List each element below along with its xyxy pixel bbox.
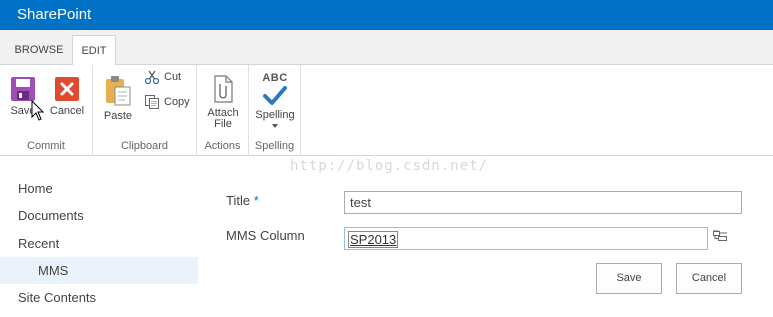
nav-item-mms[interactable]: MMS: [0, 257, 198, 284]
paste-icon: [106, 76, 131, 106]
attach-file-label-line2: File: [214, 118, 232, 130]
mms-term-token[interactable]: SP2013: [348, 231, 399, 248]
save-button[interactable]: Save: [596, 263, 662, 294]
title-label-text: Title: [226, 193, 251, 208]
watermark-text: http://blog.csdn.net/: [290, 158, 489, 174]
mouse-cursor-icon: [31, 100, 45, 121]
tab-browse[interactable]: BROWSE: [8, 35, 70, 65]
group-label-commit: Commit: [27, 140, 65, 152]
spelling-label: Spelling: [255, 109, 295, 121]
nav-item-recent[interactable]: Recent: [0, 230, 198, 257]
mms-column-input[interactable]: SP2013: [344, 227, 708, 250]
spelling-ribbon-button[interactable]: ABC Spelling: [254, 73, 296, 128]
cut-label: Cut: [164, 71, 182, 83]
copy-icon: [145, 95, 159, 109]
paste-ribbon-button[interactable]: Paste: [100, 75, 136, 122]
tab-edit[interactable]: EDIT: [72, 35, 116, 66]
attach-file-ribbon-button[interactable]: Attach File: [205, 74, 241, 130]
app-brand[interactable]: SharePoint: [17, 6, 91, 23]
cancel-button[interactable]: Cancel: [676, 263, 742, 294]
mms-column-label: MMS Column: [226, 228, 305, 243]
scissors-icon: [144, 70, 160, 85]
cancel-ribbon-label: Cancel: [49, 105, 85, 117]
nav-item-site-contents[interactable]: Site Contents: [0, 284, 198, 311]
cancel-ribbon-button[interactable]: Cancel: [49, 76, 85, 117]
spell-check-icon: [263, 86, 287, 105]
title-field-label: Title *: [226, 193, 259, 208]
ribbon-group-actions: Attach File Actions: [197, 65, 249, 156]
cancel-icon: [55, 77, 79, 101]
suite-bar: SharePoint: [0, 0, 773, 30]
spelling-abc-text: ABC: [262, 72, 288, 84]
ribbon-group-spelling: ABC Spelling Spelling: [249, 65, 301, 156]
browse-terms-icon[interactable]: [712, 229, 728, 243]
copy-label: Copy: [164, 96, 190, 108]
paste-ribbon-label: Paste: [103, 110, 133, 122]
ribbon-group-clipboard: Paste Cut Copy Clipboard: [93, 65, 197, 156]
title-input[interactable]: [344, 191, 742, 214]
group-label-spelling: Spelling: [254, 140, 295, 152]
attach-file-icon: [214, 75, 233, 103]
ribbon-tab-row: BROWSE EDIT: [0, 30, 773, 66]
cut-button[interactable]: Cut: [144, 69, 194, 85]
nav-item-home[interactable]: Home: [0, 175, 198, 202]
required-mark: *: [253, 193, 259, 208]
group-label-clipboard: Clipboard: [120, 140, 169, 152]
nav-item-documents[interactable]: Documents: [0, 202, 198, 229]
copy-button[interactable]: Copy: [144, 94, 194, 110]
save-icon: [11, 77, 35, 101]
group-label-actions: Actions: [204, 140, 241, 152]
chevron-down-icon: [272, 124, 278, 128]
ribbon-group-commit: Save Cancel Commit: [0, 65, 93, 156]
ribbon: Save Cancel Commit Paste Cut Copy Clipbo…: [0, 65, 773, 156]
